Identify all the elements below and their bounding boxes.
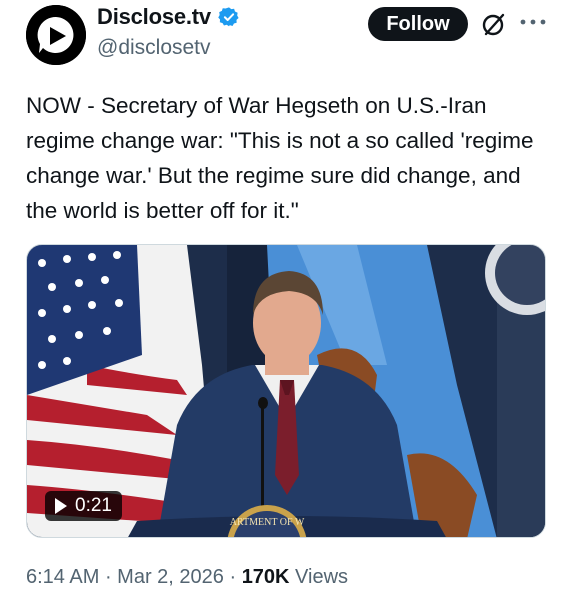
display-name[interactable]: Disclose.tv [97, 4, 211, 30]
name-row: Disclose.tv [97, 4, 240, 30]
views-label: Views [289, 566, 349, 588]
tweet-header: Disclose.tv @disclosetv Follow [0, 0, 573, 80]
avatar[interactable] [26, 5, 86, 65]
video-player[interactable]: ARTMENT OF W 0:21 [26, 244, 546, 538]
meta-separator: · [223, 566, 242, 588]
disclose-tv-logo-icon [26, 5, 86, 65]
verified-badge-icon [218, 7, 239, 27]
more-options-icon[interactable] [518, 12, 548, 32]
tweet-meta: 6:14 AM · Mar 2, 2026 · 170K Views [26, 566, 348, 589]
podium-seal-text: ARTMENT OF W [230, 517, 305, 528]
follow-button[interactable]: Follow [368, 7, 468, 41]
views-count[interactable]: 170K [242, 566, 290, 589]
tweet-date[interactable]: Mar 2, 2026 [117, 566, 224, 589]
tweet-time[interactable]: 6:14 AM [26, 566, 99, 589]
play-icon [55, 498, 67, 514]
tweet-text: NOW - Secretary of War Hegseth on U.S.-I… [26, 93, 540, 223]
video-duration-badge[interactable]: 0:21 [45, 491, 122, 521]
meta-separator: · [99, 566, 118, 588]
grok-icon[interactable] [480, 10, 508, 38]
video-duration: 0:21 [75, 495, 112, 516]
handle[interactable]: @disclosetv [97, 36, 211, 60]
